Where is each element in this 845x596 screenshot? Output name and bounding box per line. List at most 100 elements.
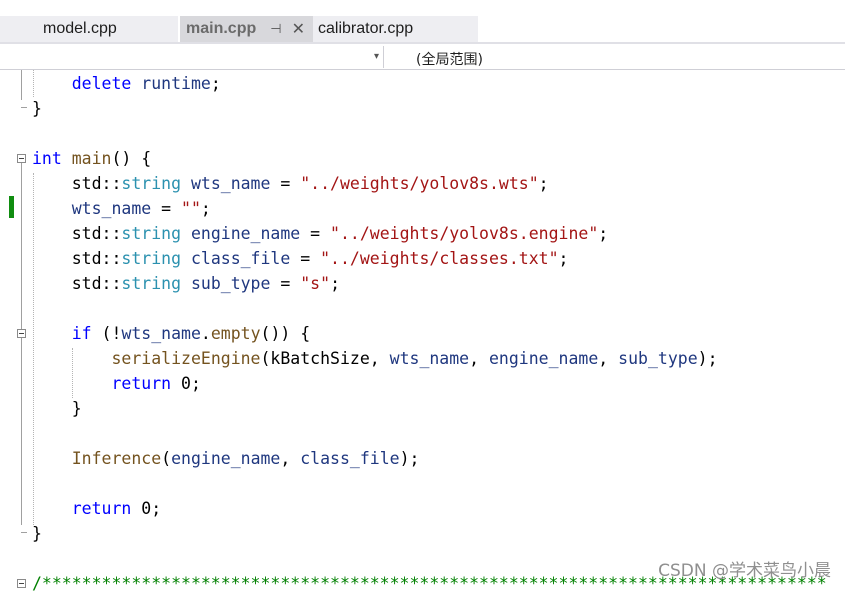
code-token: return bbox=[111, 374, 172, 393]
code-token: main bbox=[71, 149, 112, 168]
code-token: ); bbox=[399, 449, 420, 468]
code-line-4: int main() { bbox=[32, 146, 151, 171]
code-token: 0; bbox=[131, 499, 162, 518]
code-line-1: delete runtime; bbox=[32, 71, 221, 96]
code-token: int bbox=[32, 149, 62, 168]
fold-collapse-icon[interactable] bbox=[17, 154, 26, 163]
code-token: wts_name bbox=[389, 349, 470, 368]
scope-label: (全局范围) bbox=[416, 52, 483, 68]
code-token: = bbox=[290, 249, 321, 268]
code-token: runtime bbox=[141, 74, 211, 93]
code-token: . bbox=[200, 324, 211, 343]
code-token: "../weights/classes.txt" bbox=[320, 249, 559, 268]
code-token: engine_name bbox=[489, 349, 599, 368]
close-icon[interactable]: ✕ bbox=[292, 19, 305, 39]
code-token: ; bbox=[200, 199, 211, 218]
tab-main-cpp[interactable]: main.cpp ⊣ ✕ bbox=[180, 16, 313, 42]
tab-model-cpp[interactable]: model.cpp bbox=[0, 16, 178, 42]
code-token: if bbox=[71, 324, 92, 343]
fold-line bbox=[21, 163, 22, 525]
scope-dropdown[interactable]: (全局范围) bbox=[416, 49, 483, 69]
code-token: std:: bbox=[32, 249, 122, 268]
code-line-18: return 0; bbox=[32, 496, 161, 521]
code-token: = bbox=[270, 274, 301, 293]
code-editor[interactable]: delete runtime; } int main() { std::stri… bbox=[0, 70, 845, 593]
code-token: "../weights/yolov8s.engine" bbox=[330, 224, 599, 243]
code-token: = bbox=[270, 174, 301, 193]
code-token: empty bbox=[210, 324, 261, 343]
code-token: Inference bbox=[71, 449, 162, 468]
fold-collapse-icon[interactable] bbox=[17, 329, 26, 338]
code-token: wts_name bbox=[190, 174, 271, 193]
code-token: ; bbox=[330, 274, 340, 293]
fold-end bbox=[21, 107, 27, 108]
watermark: CSDN @学术菜鸟小晨 bbox=[658, 561, 831, 581]
code-token: std:: bbox=[32, 174, 122, 193]
code-line-5: std::string wts_name = "../weights/yolov… bbox=[32, 171, 549, 196]
code-token: } bbox=[32, 524, 42, 543]
code-token: std:: bbox=[32, 274, 122, 293]
code-token: } bbox=[32, 99, 42, 118]
code-token: string bbox=[121, 274, 182, 293]
code-token: = bbox=[151, 199, 182, 218]
code-line-11: if (!wts_name.empty()) { bbox=[32, 321, 310, 346]
code-line-8: std::string class_file = "../weights/cla… bbox=[32, 246, 569, 271]
code-token: ); bbox=[697, 349, 718, 368]
code-token: , bbox=[469, 349, 489, 368]
code-line-14: } bbox=[32, 396, 82, 421]
tab-label: calibrator.cpp bbox=[318, 20, 414, 37]
pin-icon[interactable]: ⊣ bbox=[270, 21, 281, 37]
code-token: (kBatchSize, bbox=[260, 349, 390, 368]
code-line-19: } bbox=[32, 521, 42, 546]
chevron-down-icon: ▾ bbox=[373, 51, 379, 62]
fold-line bbox=[21, 70, 22, 100]
code-token: return bbox=[71, 499, 132, 518]
code-token: "s" bbox=[300, 274, 331, 293]
code-token: wts_name bbox=[121, 324, 201, 343]
code-token: string bbox=[121, 224, 182, 243]
code-line-9: std::string sub_type = "s"; bbox=[32, 271, 340, 296]
code-token: string bbox=[121, 249, 182, 268]
code-token: class_file bbox=[190, 249, 291, 268]
code-token: engine_name bbox=[171, 449, 281, 468]
code-token: sub_type bbox=[190, 274, 271, 293]
code-token: ( bbox=[161, 449, 172, 468]
code-line-13: return 0; bbox=[32, 371, 200, 396]
code-line-7: std::string engine_name = "../weights/yo… bbox=[32, 221, 608, 246]
code-token: } bbox=[32, 399, 82, 418]
code-line-16: Inference(engine_name, class_file); bbox=[32, 446, 420, 471]
code-token: "" bbox=[181, 199, 201, 218]
code-token: sub_type bbox=[618, 349, 698, 368]
code-token: wts_name bbox=[71, 199, 152, 218]
tab-label: main.cpp bbox=[186, 20, 257, 37]
type-dropdown[interactable]: ▾ bbox=[0, 46, 384, 68]
code-token: = bbox=[300, 224, 331, 243]
code-token: ()) { bbox=[260, 324, 311, 343]
code-line-12: serializeEngine(kBatchSize, wts_name, en… bbox=[32, 346, 718, 371]
code-token: delete bbox=[71, 74, 132, 93]
navigation-bar: ▾ (全局范围) bbox=[0, 44, 845, 70]
code-token: ; bbox=[558, 249, 569, 268]
code-token: string bbox=[121, 174, 182, 193]
code-token: std:: bbox=[32, 224, 122, 243]
code-token: serializeEngine bbox=[111, 349, 261, 368]
code-token: "../weights/yolov8s.wts" bbox=[300, 174, 539, 193]
tab-calibrator-cpp[interactable]: calibrator.cpp bbox=[313, 16, 478, 42]
code-token: () { bbox=[111, 149, 152, 168]
fold-end bbox=[21, 532, 27, 533]
code-token: (! bbox=[91, 324, 122, 343]
code-line-6: wts_name = ""; bbox=[32, 196, 211, 221]
code-token: engine_name bbox=[190, 224, 301, 243]
